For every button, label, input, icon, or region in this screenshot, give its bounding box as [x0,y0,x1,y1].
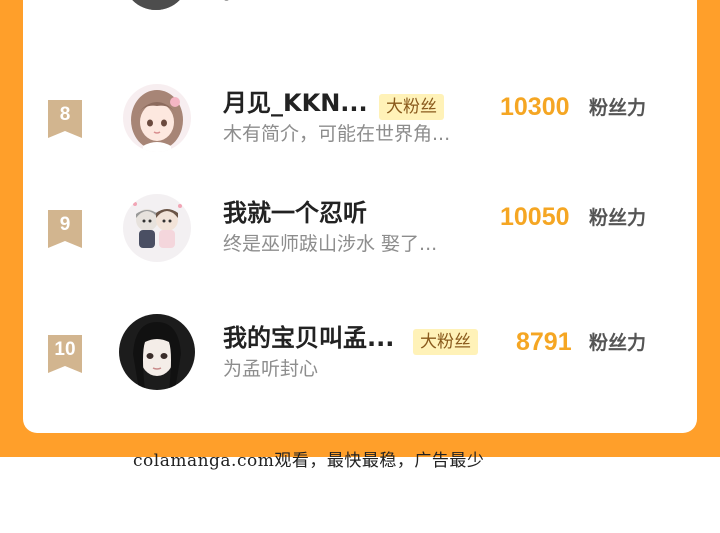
rank-ribbon-icon: 8 [48,100,82,138]
ranking-card: 。 8 [23,0,697,433]
dark-hair-girl-avatar[interactable] [119,314,195,390]
user-name[interactable]: 我的宝贝叫孟... [223,323,394,353]
fan-power-label: 粉丝力 [589,332,647,354]
anime-girl-avatar[interactable] [123,84,191,152]
ranking-row[interactable]: 8 月见_KKN... 大粉丝 木有简介，可能在世界角... 10300 粉丝力 [23,84,697,200]
fan-power-label: 粉丝力 [589,97,647,119]
rank-number: 9 [59,214,71,235]
fan-power-score: 8791 [516,328,572,356]
ranking-row-previous[interactable]: 。 [23,0,697,10]
user-bio: 木有简介，可能在世界角... [223,123,451,145]
rank-ribbon-icon: 9 [48,210,82,248]
user-bio: 。 [223,0,241,6]
user-name[interactable]: 我就一个忍听 [223,198,367,228]
rank-ribbon-icon: 10 [48,335,82,373]
watermark-text: colamanga.com观看，最快最稳，广告最少 [133,451,485,471]
ranking-screen: 。 8 [0,0,720,533]
fan-badge: 大粉丝 [413,329,478,355]
ranking-row[interactable]: 10 我的宝贝叫孟... 大粉丝 为孟听封心 8791 粉丝力 [23,314,697,435]
fan-power-score: 10300 [500,93,570,121]
user-bio: 终是巫师跋山涉水 娶了... [223,233,438,255]
fan-power-score: 10050 [500,203,570,231]
fan-power-label: 粉丝力 [589,207,647,229]
rank-number: 8 [59,104,71,125]
rank-number: 10 [54,339,76,360]
user-avatar[interactable] [123,0,189,10]
fan-badge: 大粉丝 [379,94,444,120]
user-bio: 为孟听封心 [223,358,319,380]
couple-chibi-avatar[interactable] [123,194,191,262]
ranking-row[interactable]: 9 我就一个忍听 终是巫师跋山涉水 娶了... 10050 粉丝力 [23,194,697,310]
user-name[interactable]: 月见_KKN... [223,88,368,118]
